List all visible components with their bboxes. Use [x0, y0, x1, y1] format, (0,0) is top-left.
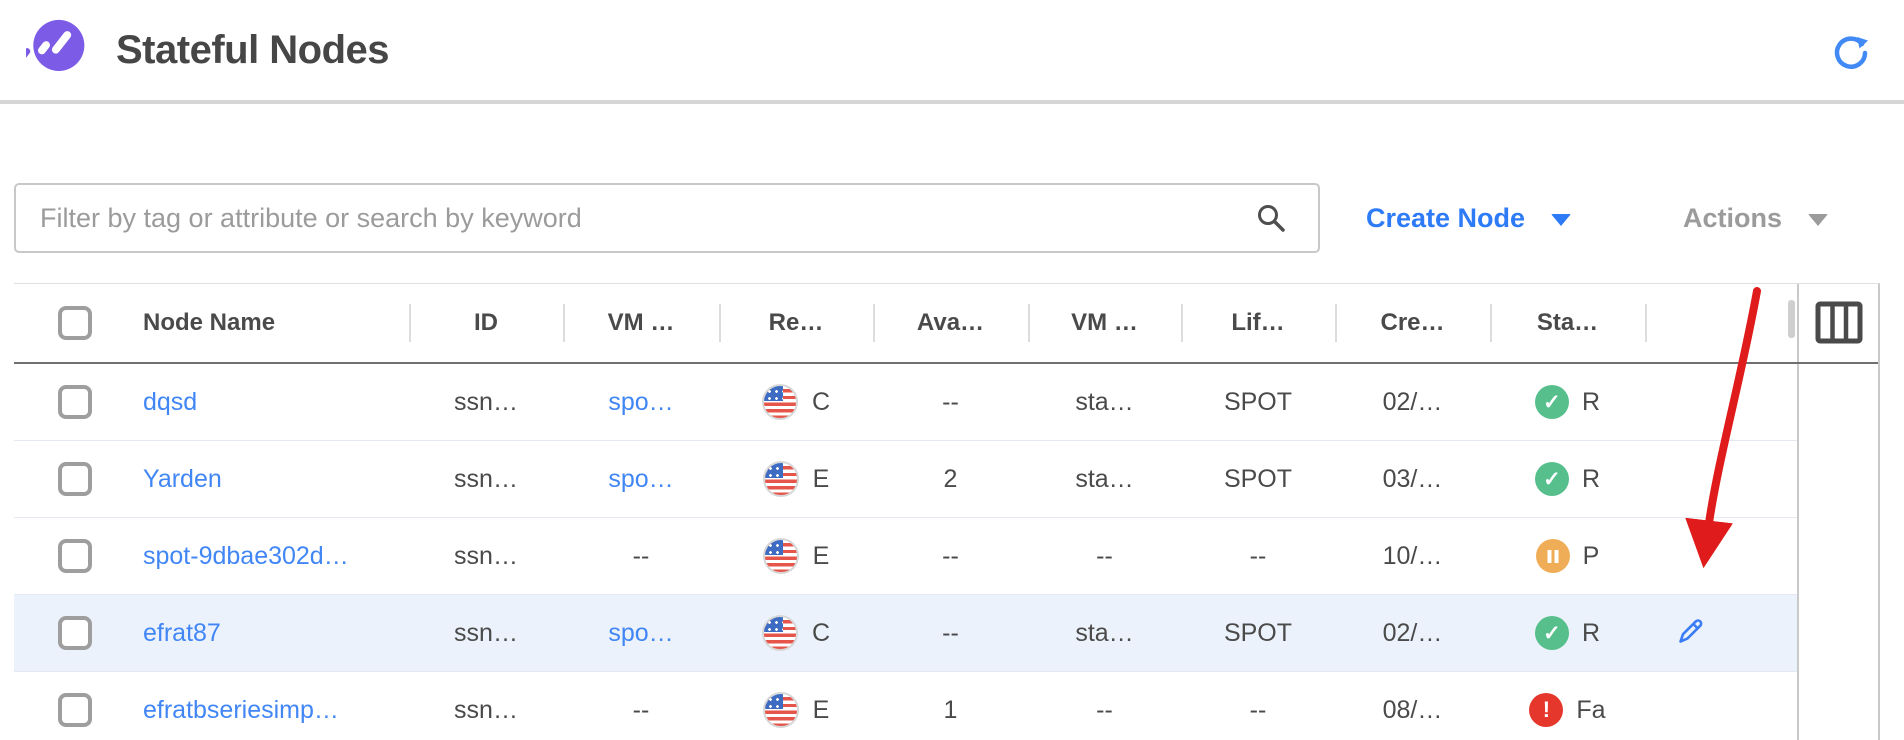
vm-state-value: sta… [1028, 364, 1181, 441]
vm-link[interactable]: -- [633, 696, 650, 725]
us-flag-icon [763, 461, 799, 497]
created-value: 02/… [1335, 364, 1490, 441]
created-value: 08/… [1335, 672, 1490, 740]
row-checkbox[interactable] [58, 693, 92, 727]
chevron-down-icon [1551, 214, 1571, 226]
row-checkbox[interactable] [58, 462, 92, 496]
node-name-link[interactable]: dqsd [143, 388, 197, 417]
node-name-link[interactable]: efratbseriesimp… [143, 696, 339, 725]
row-checkbox[interactable] [58, 616, 92, 650]
node-id: ssn… [409, 441, 563, 518]
actions-button[interactable]: Actions [1683, 203, 1828, 234]
vm-state-value: -- [1028, 518, 1181, 595]
col-header-created[interactable]: Cre… [1335, 284, 1490, 362]
col-header-vm[interactable]: VM … [563, 284, 719, 362]
col-header-availability[interactable]: Ava… [873, 284, 1028, 362]
lifecycle-value: SPOT [1181, 595, 1335, 672]
status-icon [1529, 693, 1563, 727]
lifecycle-value: -- [1181, 672, 1335, 740]
refresh-button[interactable] [1832, 34, 1870, 72]
status-icon [1535, 462, 1569, 496]
lifecycle-value: SPOT [1181, 364, 1335, 441]
status-label: R [1582, 619, 1600, 648]
pencil-icon [1674, 616, 1706, 648]
vm-state-value: sta… [1028, 441, 1181, 518]
us-flag-icon [763, 538, 799, 574]
status-icon [1535, 385, 1569, 419]
col-header-vm-state[interactable]: VM … [1028, 284, 1181, 362]
status-label: Fa [1576, 696, 1605, 725]
vm-state-value: sta… [1028, 595, 1181, 672]
filter-input[interactable] [14, 183, 1320, 253]
availability-value: -- [873, 518, 1028, 595]
lifecycle-value: -- [1181, 518, 1335, 595]
node-name-link[interactable]: Yarden [143, 465, 222, 494]
col-header-node-name[interactable]: Node Name [134, 284, 409, 362]
us-flag-icon [763, 692, 799, 728]
vm-link[interactable]: -- [633, 542, 650, 571]
actions-label: Actions [1683, 203, 1782, 234]
column-picker-icon [1815, 301, 1863, 345]
availability-value: 2 [873, 441, 1028, 518]
page-header: Stateful Nodes [0, 0, 1904, 104]
create-node-button[interactable]: Create Node [1366, 203, 1571, 234]
row-checkbox[interactable] [58, 385, 92, 419]
col-header-status[interactable]: Sta… [1490, 284, 1645, 362]
status-label: P [1583, 542, 1600, 571]
edit-button[interactable] [1673, 616, 1707, 650]
scrollbar-thumb[interactable] [1788, 300, 1795, 338]
column-picker-button[interactable] [1815, 301, 1863, 345]
refresh-icon [1832, 34, 1870, 72]
table-header: Node Name ID VM … Re… Ava… VM … Lif… Cre… [14, 284, 1878, 364]
status-icon [1535, 616, 1569, 650]
node-name-link[interactable]: efrat87 [143, 619, 221, 648]
created-value: 10/… [1335, 518, 1490, 595]
availability-value: -- [873, 595, 1028, 672]
node-id: ssn… [409, 672, 563, 740]
region-label: C [812, 619, 830, 648]
select-all-checkbox[interactable] [58, 306, 92, 340]
create-node-label: Create Node [1366, 203, 1525, 234]
col-header-id[interactable]: ID [409, 284, 563, 362]
status-label: R [1582, 388, 1600, 417]
filter-input-wrap [14, 183, 1320, 253]
spot-logo-icon [26, 19, 88, 81]
table-row[interactable]: dqsd ssn… spo… C -- sta… SPOT 02/… R [14, 364, 1878, 441]
lifecycle-value: SPOT [1181, 441, 1335, 518]
created-value: 02/… [1335, 595, 1490, 672]
table-row[interactable]: Yarden ssn… spo… E 2 sta… SPOT 03/… R [14, 441, 1878, 518]
region-label: C [812, 388, 830, 417]
status-icon [1536, 539, 1570, 573]
table-row[interactable]: efrat87 ssn… spo… C -- sta… SPOT 02/… R [14, 595, 1878, 672]
region-label: E [813, 696, 830, 725]
col-header-actions [1645, 284, 1797, 362]
created-value: 03/… [1335, 441, 1490, 518]
node-name-link[interactable]: spot-9dbae302d… [143, 542, 349, 571]
vm-state-value: -- [1028, 672, 1181, 740]
node-id: ssn… [409, 364, 563, 441]
table-body: dqsd ssn… spo… C -- sta… SPOT 02/… R [14, 364, 1878, 740]
node-id: ssn… [409, 595, 563, 672]
status-label: R [1582, 465, 1600, 494]
col-header-region[interactable]: Re… [719, 284, 873, 362]
us-flag-icon [762, 384, 798, 420]
col-header-lifecycle[interactable]: Lif… [1181, 284, 1335, 362]
us-flag-icon [762, 615, 798, 651]
nodes-table: Node Name ID VM … Re… Ava… VM … Lif… Cre… [14, 283, 1880, 740]
node-id: ssn… [409, 518, 563, 595]
table-row[interactable]: efratbseriesimp… ssn… -- E 1 -- -- 08/… … [14, 672, 1878, 740]
vm-link[interactable]: spo… [608, 619, 673, 648]
search-icon [1256, 203, 1286, 233]
region-label: E [813, 465, 830, 494]
table-row[interactable]: spot-9dbae302d… ssn… -- E -- -- -- 10/… … [14, 518, 1878, 595]
vm-link[interactable]: spo… [608, 465, 673, 494]
row-checkbox[interactable] [58, 539, 92, 573]
availability-value: 1 [873, 672, 1028, 740]
toolbar: Create Node Actions [14, 183, 1904, 253]
region-label: E [813, 542, 830, 571]
page-title: Stateful Nodes [116, 28, 389, 73]
availability-value: -- [873, 364, 1028, 441]
chevron-down-icon [1808, 214, 1828, 226]
vm-link[interactable]: spo… [608, 388, 673, 417]
